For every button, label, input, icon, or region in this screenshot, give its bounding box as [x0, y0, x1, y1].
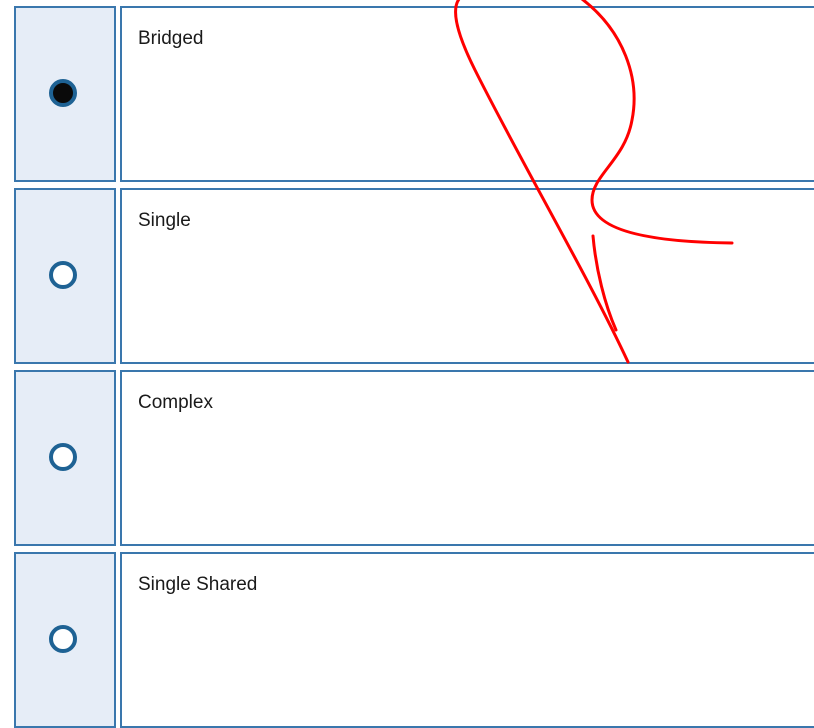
option-row-bridged[interactable]: Bridged	[14, 6, 814, 182]
radio-button-single[interactable]	[49, 261, 77, 289]
radio-cell[interactable]	[14, 188, 116, 364]
radio-button-single-shared[interactable]	[49, 625, 77, 653]
radio-cell[interactable]	[14, 370, 116, 546]
label-cell[interactable]: Single	[120, 188, 814, 364]
radio-cell[interactable]	[14, 552, 116, 728]
label-cell[interactable]: Bridged	[120, 6, 814, 182]
option-row-complex[interactable]: Complex	[14, 370, 814, 546]
radio-button-bridged[interactable]	[49, 79, 77, 107]
option-row-single-shared[interactable]: Single Shared	[14, 552, 814, 728]
radio-button-complex[interactable]	[49, 443, 77, 471]
option-label-single-shared: Single Shared	[138, 574, 258, 595]
label-cell[interactable]: Complex	[120, 370, 814, 546]
option-label-single: Single	[138, 210, 191, 231]
option-label-bridged: Bridged	[138, 28, 204, 49]
option-row-single[interactable]: Single	[14, 188, 814, 364]
option-label-complex: Complex	[138, 392, 213, 413]
label-cell[interactable]: Single Shared	[120, 552, 814, 728]
radio-cell[interactable]	[14, 6, 116, 182]
